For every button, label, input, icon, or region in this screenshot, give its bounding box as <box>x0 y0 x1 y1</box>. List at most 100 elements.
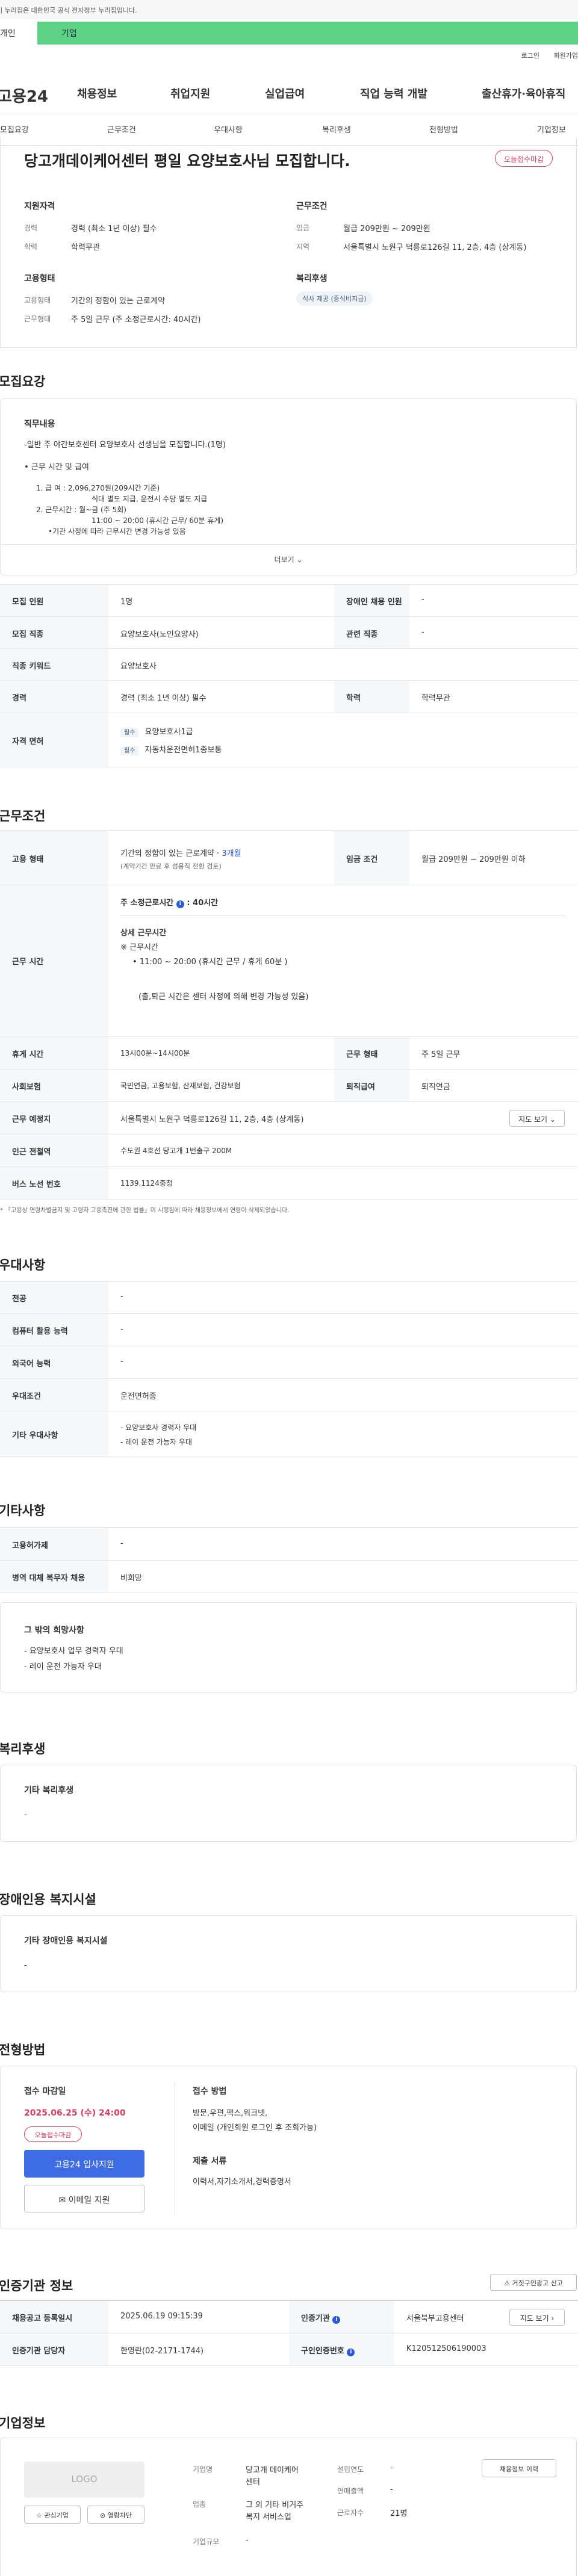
row-label: 모집 직종 <box>0 617 108 648</box>
row-label: 기타 우대사항 <box>0 1411 108 1457</box>
employment-note: (계약기간 만료 후 성용직 전환 검토) <box>120 862 222 870</box>
agency-section-title: 인증기관 정보 <box>0 2279 73 2293</box>
email-apply-button[interactable]: ✉ 이메일 지원 <box>24 2185 144 2212</box>
row-label: 관련 직종 <box>334 617 409 648</box>
table-row: 버스 노선 번호 1139,1124충청 <box>0 1167 578 1200</box>
report-button[interactable]: ⚠ 거짓구인광고 신고 <box>490 2274 577 2291</box>
row-label: 고용허가제 <box>0 1528 108 1560</box>
row-label: 구인인증번호 i <box>289 2333 394 2365</box>
row-label: 전공 <box>0 1281 108 1313</box>
subnav-conditions[interactable]: 근무조건 <box>107 123 136 135</box>
row-label: 사회보험 <box>0 1070 108 1101</box>
duty-line: 식대 별도 지급, 운전시 수당 별도 지급 <box>92 495 208 503</box>
work-conditions-heading: 근무조건 <box>296 202 328 211</box>
divider <box>120 915 566 916</box>
company-logo: LOGO <box>24 2462 144 2498</box>
info-icon[interactable]: i <box>176 900 184 908</box>
industry-value: 복지 서비스업 <box>246 2513 291 2522</box>
welfare-heading: 복리후생 <box>296 274 328 283</box>
row-label: 자격 면허 <box>0 713 108 767</box>
site-logo[interactable]: 고용24 <box>0 84 48 107</box>
row-value: 1명 <box>120 598 133 607</box>
table-row: 컴퓨터 활용 능력 - <box>0 1314 578 1346</box>
row-value: 한영란(02-2171-1744) <box>120 2347 204 2356</box>
row-label: 학력 <box>334 681 409 713</box>
map-button[interactable]: 지도 보기 ⌄ <box>509 1110 565 1127</box>
row-value: 요양보호사(노인요양사) <box>120 630 199 639</box>
more-button[interactable]: 더보기 ⌄ <box>0 544 577 575</box>
nav-vocational-training[interactable]: 직업 능력 개발 <box>360 85 427 101</box>
method-heading: 접수 방법 <box>193 2087 227 2096</box>
deadline-heading: 접수 마감일 <box>24 2087 66 2096</box>
subnav-company[interactable]: 기업정보 <box>537 123 566 135</box>
table-row: 직종 키워드 요양보호사 <box>0 649 578 681</box>
info-icon[interactable]: i <box>347 2348 355 2356</box>
table-row: 고용허가제 - <box>0 1528 578 1561</box>
nav-parental-leave[interactable]: 출산휴가·육아휴직 <box>482 85 565 101</box>
table-row: 사회보험 국민연금, 고용보험, 산재보험, 건강보험 퇴직급여 퇴직연금 <box>0 1070 578 1102</box>
company-section-title: 기업정보 <box>0 2416 46 2430</box>
experience-value: 경력 (최소 1년 이상) 필수 <box>71 224 157 234</box>
employees-value: 21명 <box>390 2509 408 2518</box>
employment-value: 기간의 정함이 있는 근로계약 · 3개월 <box>120 849 241 858</box>
company-history-button[interactable]: 채용정보 이력 <box>482 2459 556 2477</box>
employment-type-label: 고용형태 <box>24 296 51 305</box>
chevron-down-icon: ⌄ <box>549 1115 556 1124</box>
mail-icon: ✉ <box>58 2196 66 2205</box>
nav-job-info[interactable]: 채용정보 <box>77 85 117 101</box>
util-links: 로그인 회원가입 <box>509 51 578 60</box>
subnav-welfare[interactable]: 복리후생 <box>322 123 351 135</box>
block-icon: ⊘ <box>99 2512 106 2519</box>
disability-box-title: 기타 장애인용 복지시설 <box>24 1936 108 1946</box>
row-label: 채용공고 등록일시 <box>0 2301 108 2333</box>
age-footnote: * 「고용상 연령차별금지 및 고령자 고용촉진에 관한 법률」이 시행됨에 따… <box>0 1207 290 1214</box>
table-row: 고용 형태 기간의 정함이 있는 근로계약 · 3개월 (계약기간 만료 후 성… <box>0 831 578 885</box>
row-label: 외국어 능력 <box>0 1346 108 1378</box>
detail-hours-note: (출,퇴근 시간은 센터 사정에 의해 변경 가능성 있음) <box>138 992 309 1002</box>
row-value: 서울북부고용센터 <box>406 2314 464 2323</box>
interest-button[interactable]: ☆ 관심기업 <box>24 2506 81 2524</box>
nav-unemployment-benefit[interactable]: 실업급여 <box>265 85 305 101</box>
signup-link[interactable]: 회원가입 <box>554 52 578 60</box>
row-label: 근무 시간 <box>0 885 108 1036</box>
table-row: 근무 예정지 서울특별시 노원구 덕릉로126길 11, 2층, 4층 (상계동… <box>0 1102 578 1135</box>
license-item: 필수 요양보호사1급 <box>108 725 193 737</box>
tab-company[interactable]: 기업 <box>37 22 578 45</box>
employees-label: 근로자수 <box>337 2509 364 2517</box>
duty-heading: 직무내용 <box>24 420 55 429</box>
row-label: 직종 키워드 <box>0 649 108 680</box>
qualification-heading: 지원자격 <box>24 202 55 211</box>
tab-personal[interactable]: 개인 <box>0 22 36 45</box>
nav-employment-support[interactable]: 취업지원 <box>170 85 210 101</box>
star-icon: ☆ <box>36 2512 42 2519</box>
agency-map-button[interactable]: 지도 보기 › <box>509 2309 565 2326</box>
subnav-preference[interactable]: 우대사항 <box>214 123 243 135</box>
license-item: 필수 자동차운전면허1종보통 <box>108 743 222 755</box>
deadline-badge: 오늘접수마감 <box>24 2126 82 2142</box>
detail-hours-heading: 상세 근무시간 <box>120 929 167 938</box>
contract-period-link[interactable]: 3개월 <box>222 849 241 858</box>
apply-button[interactable]: 고용24 입사지원 <box>24 2150 144 2178</box>
revenue-value: - <box>390 2485 393 2494</box>
table-row: 경력 경력 (최소 1년 이상) 필수 학력 학력무관 <box>0 681 578 713</box>
welfare-pill: 식사 제공 (중식비지급) <box>296 291 373 306</box>
row-value: 서울특별시 노원구 덕릉로126길 11, 2층, 4층 (상계동) <box>120 1115 304 1124</box>
industry-label: 업종 <box>193 2500 207 2509</box>
welfare-section-title: 복리후생 <box>0 1742 46 1756</box>
row-value: K120512506190003 <box>406 2344 486 2353</box>
row-value: 월급 209만원 ~ 209만원 이하 <box>421 855 526 864</box>
work-form-label: 근무형태 <box>24 315 51 323</box>
table-row: 휴게 시간 13시00분~14시00분 근무 형태 주 5일 근무 <box>0 1037 578 1070</box>
recruit-section-title: 모집요강 <box>0 374 46 389</box>
disability-box-value: - <box>24 1961 27 1970</box>
welfare-box-value: - <box>24 1810 27 1819</box>
info-icon[interactable]: i <box>332 2316 341 2324</box>
login-link[interactable]: 로그인 <box>521 52 539 60</box>
duty-line: 11:00 ~ 20:00 (휴시간 근무/ 60분 휴게) <box>92 516 224 525</box>
other-box-title: 그 밖의 희망사항 <box>24 1626 84 1635</box>
block-button[interactable]: ⊘ 열람차단 <box>87 2506 144 2524</box>
scale-label: 기업규모 <box>193 2537 220 2546</box>
subnav-recruit[interactable]: 모집요강 <box>0 123 29 135</box>
row-value: 주 5일 근무 <box>421 1050 461 1059</box>
subnav-selection[interactable]: 전형방법 <box>429 123 458 135</box>
